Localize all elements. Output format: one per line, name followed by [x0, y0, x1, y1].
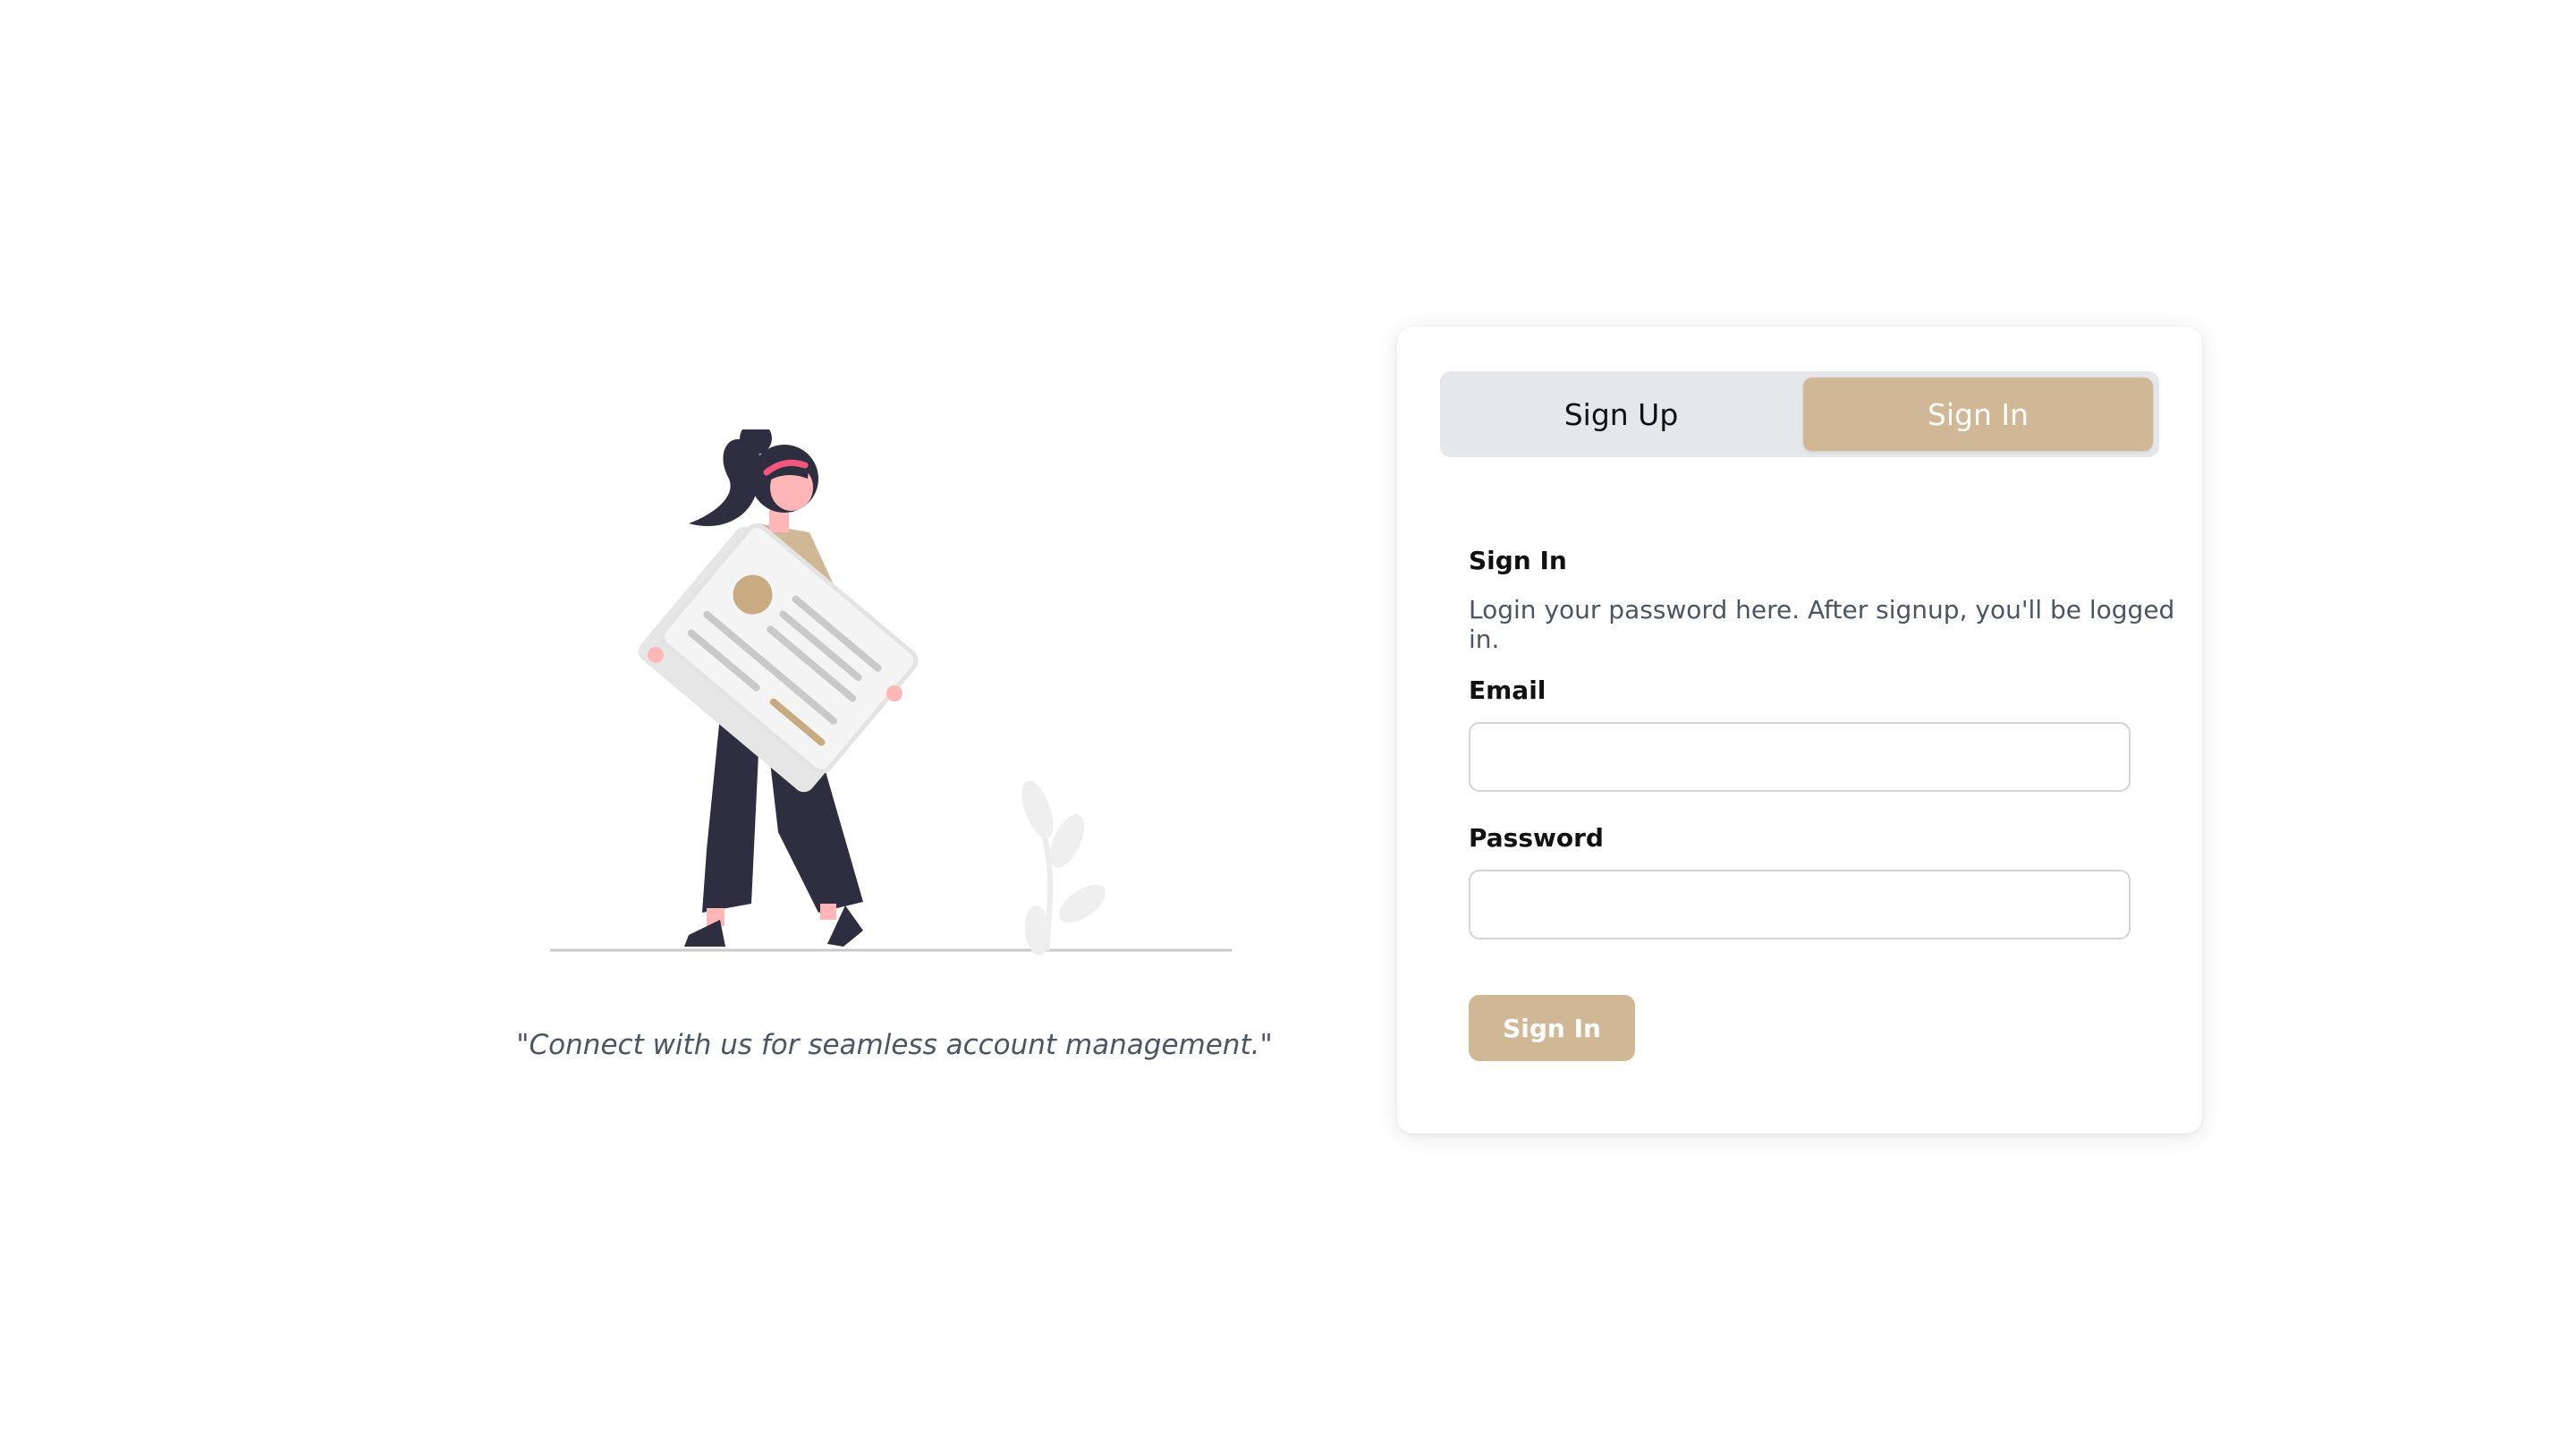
password-field[interactable] [1469, 870, 2131, 939]
auth-card: Sign Up Sign In Sign In Login your passw… [1397, 327, 2202, 1134]
auth-page: "Connect with us for seamless account ma… [0, 0, 2576, 1453]
form-title: Sign In [1469, 546, 1567, 575]
sign-in-button[interactable]: Sign In [1469, 995, 1635, 1061]
email-label: Email [1469, 676, 1546, 705]
form-description: Login your password here. After signup, … [1469, 595, 2175, 654]
hero-quote: "Connect with us for seamless account ma… [516, 1029, 1273, 1061]
woman-holding-document-illustration [550, 429, 1232, 956]
email-field[interactable] [1469, 722, 2131, 792]
auth-tabs: Sign Up Sign In [1440, 371, 2159, 457]
password-label: Password [1469, 823, 1604, 853]
hero-illustration [550, 429, 1239, 966]
tab-sign-up[interactable]: Sign Up [1446, 378, 1796, 451]
tab-sign-in[interactable]: Sign In [1803, 378, 2153, 451]
